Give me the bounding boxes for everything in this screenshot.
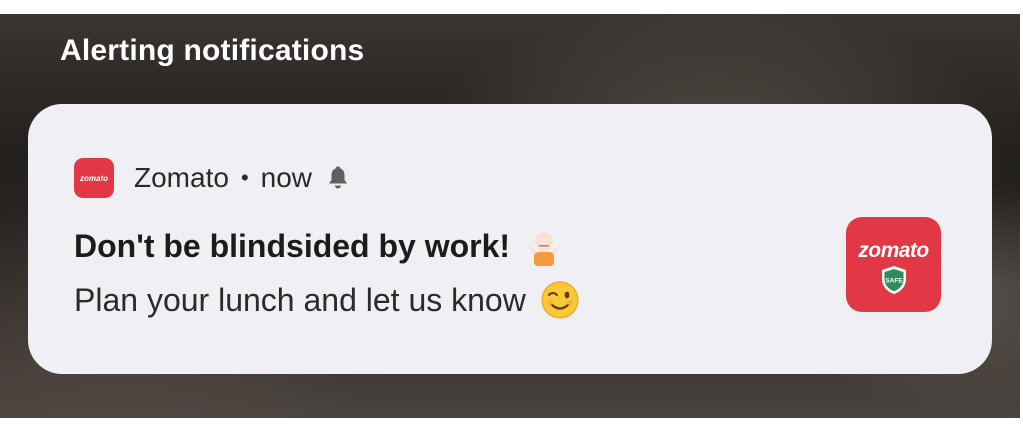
zomato-logo-icon: zomato bbox=[74, 158, 114, 198]
bell-icon bbox=[326, 166, 350, 190]
notification-title: Don't be blindsided by work! bbox=[74, 226, 564, 266]
notification-title-text: Don't be blindsided by work! bbox=[74, 227, 511, 264]
notification-shade-screen: Alerting notifications zomato Zomato • n… bbox=[0, 0, 1023, 433]
notification-body: Plan your lunch and let us know bbox=[74, 280, 580, 320]
winking-face-icon bbox=[540, 280, 580, 320]
large-icon-wordmark: zomato bbox=[858, 238, 929, 262]
person-shrugging-icon bbox=[524, 226, 564, 266]
small-logo-text: zomato bbox=[80, 173, 108, 183]
safe-shield-icon: SAFE bbox=[881, 265, 906, 294]
section-header: Alerting notifications bbox=[60, 34, 365, 67]
zomato-safe-icon: zomato SAFE bbox=[846, 217, 941, 312]
notification-card[interactable]: zomato Zomato • now Don't be blindsided … bbox=[28, 104, 992, 374]
notification-body-text: Plan your lunch and let us know bbox=[74, 281, 526, 318]
header-separator: • bbox=[240, 165, 249, 190]
safe-badge-text: SAFE bbox=[885, 277, 903, 284]
notification-header: zomato Zomato • now bbox=[74, 154, 350, 202]
app-name: Zomato bbox=[134, 162, 229, 193]
notification-time: now bbox=[260, 162, 313, 193]
